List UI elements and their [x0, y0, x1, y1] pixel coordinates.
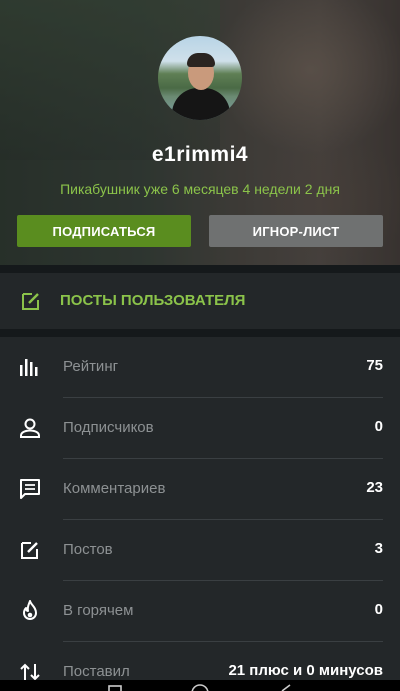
comment-icon — [20, 479, 40, 499]
stat-value: 0 — [374, 418, 383, 435]
stats-list: Рейтинг 75 Подписчиков 0 Комментариев 23… — [0, 337, 400, 691]
profile-header: e1rimmi4 Пикабушник уже 6 месяцев 4 неде… — [0, 0, 400, 265]
stat-value: 21 плюс и 0 минусов — [228, 662, 383, 679]
stat-label: Подписчиков — [63, 419, 154, 436]
divider — [0, 265, 400, 273]
stat-value: 23 — [366, 479, 383, 496]
stat-subscribers: Подписчиков 0 — [0, 398, 400, 459]
tenure-text: Пикабушник уже 6 месяцев 4 недели 2 дня — [60, 181, 340, 197]
divider — [0, 329, 400, 337]
rating-bars-icon — [20, 359, 38, 376]
fire-icon — [23, 600, 37, 620]
edit-icon — [22, 293, 39, 310]
stat-posts: Постов 3 — [0, 520, 400, 581]
ignore-list-button[interactable]: ИГНОР-ЛИСТ — [209, 215, 383, 247]
avatar[interactable] — [158, 36, 242, 120]
stat-label: Рейтинг — [63, 358, 119, 375]
username: e1rimmi4 — [151, 143, 249, 166]
subscribe-button[interactable]: ПОДПИСАТЬСЯ — [17, 215, 191, 247]
stat-value: 3 — [374, 540, 383, 557]
user-posts-link[interactable]: ПОСТЫ ПОЛЬЗОВАТЕЛЯ — [0, 273, 400, 329]
stat-label: Комментариев — [63, 480, 166, 497]
person-icon — [20, 418, 40, 438]
stat-label: В горячем — [63, 602, 134, 619]
system-nav-bar — [0, 680, 400, 691]
stat-label: Постов — [63, 541, 113, 558]
home-icon[interactable] — [190, 683, 210, 691]
stat-label: Поставил — [63, 663, 130, 680]
stat-value: 0 — [374, 601, 383, 618]
stat-rating: Рейтинг 75 — [0, 337, 400, 398]
stat-value: 75 — [366, 357, 383, 374]
back-icon[interactable] — [280, 684, 292, 691]
stat-comments: Комментариев 23 — [0, 459, 400, 520]
user-posts-label: ПОСТЫ ПОЛЬЗОВАТЕЛЯ — [60, 292, 246, 309]
stat-hot: В горячем 0 — [0, 581, 400, 642]
recent-apps-icon[interactable] — [108, 685, 122, 691]
edit-icon — [21, 542, 38, 559]
